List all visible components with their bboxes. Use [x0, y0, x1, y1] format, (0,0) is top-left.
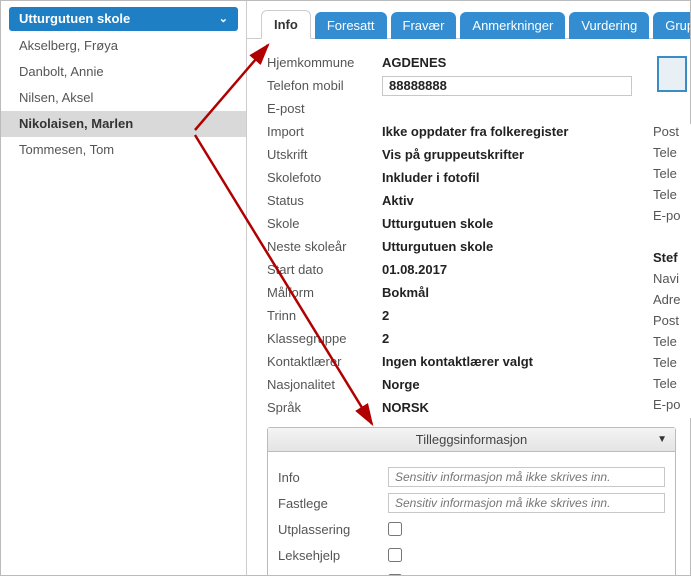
label-utskrift: Utskrift	[267, 147, 382, 162]
student-item[interactable]: Tommesen, Tom	[1, 137, 246, 163]
input-telefon-mobil[interactable]	[382, 76, 632, 96]
right-cutoff-label	[649, 229, 691, 250]
label-skole: Skole	[267, 216, 382, 231]
caret-down-icon: ▼	[657, 434, 667, 445]
tab-foresatt[interactable]: Foresatt	[315, 12, 387, 39]
tab-bar: InfoForesattFraværAnmerkningerVurderingG…	[247, 1, 690, 39]
right-cutoff-label: Tele	[649, 145, 691, 166]
label-acc-skoleskyss: Rett til skoleskyss	[278, 574, 388, 576]
accordion-title: Tilleggsinformasjon	[416, 432, 528, 447]
right-cutoff-label: Tele	[649, 355, 691, 376]
label-neste-skolear: Neste skoleår	[267, 239, 382, 254]
value-skole: Utturgutuen skole	[382, 216, 493, 231]
value-trinn: 2	[382, 308, 389, 323]
student-item[interactable]: Nikolaisen, Marlen	[1, 111, 246, 137]
label-sprak: Språk	[267, 400, 382, 415]
label-telefon-mobil: Telefon mobil	[267, 78, 382, 93]
right-cutoff-label: E-po	[649, 208, 691, 229]
value-start-dato: 01.08.2017	[382, 262, 447, 277]
right-cutoff-label: Tele	[649, 187, 691, 208]
right-cutoff-label: E-po	[649, 397, 691, 418]
school-name: Utturgutuen skole	[19, 7, 130, 31]
school-selector[interactable]: Utturgutuen skole ⌄	[9, 7, 238, 31]
sidebar: Utturgutuen skole ⌄ Akselberg, FrøyaDanb…	[1, 1, 247, 575]
label-start-dato: Start dato	[267, 262, 382, 277]
right-cutoff-label: Adre	[649, 292, 691, 313]
label-acc-info: Info	[278, 470, 388, 485]
right-cutoff-label: Tele	[649, 334, 691, 355]
label-import: Import	[267, 124, 382, 139]
value-malform: Bokmål	[382, 285, 429, 300]
label-hjemkommune: Hjemkommune	[267, 55, 382, 70]
chevron-down-icon: ⌄	[219, 7, 228, 31]
label-malform: Målform	[267, 285, 382, 300]
student-item[interactable]: Akselberg, Frøya	[1, 33, 246, 59]
accordion-tillegg: Tilleggsinformasjon ▼ Info Fastlege Utpl…	[267, 427, 676, 575]
value-klassegruppe: 2	[382, 331, 389, 346]
label-trinn: Trinn	[267, 308, 382, 323]
tab-fravær[interactable]: Fravær	[391, 12, 457, 39]
label-nasjonalitet: Nasjonalitet	[267, 377, 382, 392]
main-panel: InfoForesattFraværAnmerkningerVurderingG…	[247, 1, 690, 575]
student-item[interactable]: Nilsen, Aksel	[1, 85, 246, 111]
label-kontaktlaerer: Kontaktlærer	[267, 354, 382, 369]
right-cutoff-label: Post	[649, 124, 691, 145]
right-edge-labels: PostTeleTeleTeleE-poStefNaviAdrePostTele…	[649, 124, 691, 418]
right-cutoff-label: Tele	[649, 166, 691, 187]
student-list: Akselberg, FrøyaDanbolt, AnnieNilsen, Ak…	[1, 33, 246, 163]
label-acc-fastlege: Fastlege	[278, 496, 388, 511]
label-status: Status	[267, 193, 382, 208]
input-acc-info[interactable]	[388, 467, 665, 487]
value-sprak: NORSK	[382, 400, 429, 415]
checkbox-utplassering[interactable]	[388, 522, 402, 536]
value-nasjonalitet: Norge	[382, 377, 420, 392]
student-item[interactable]: Danbolt, Annie	[1, 59, 246, 85]
value-kontaktlaerer: Ingen kontaktlærer valgt	[382, 354, 533, 369]
accordion-header[interactable]: Tilleggsinformasjon ▼	[268, 428, 675, 452]
right-cutoff-label: Post	[649, 313, 691, 334]
tab-vurdering[interactable]: Vurdering	[569, 12, 649, 39]
input-acc-fastlege[interactable]	[388, 493, 665, 513]
label-skolefoto: Skolefoto	[267, 170, 382, 185]
label-epost: E-post	[267, 101, 382, 116]
value-status: Aktiv	[382, 193, 414, 208]
value-skolefoto: Inkluder i fotofil	[382, 170, 480, 185]
value-import: Ikke oppdater fra folkeregister	[382, 124, 568, 139]
student-photo	[657, 56, 687, 92]
right-cutoff-label: Stef	[649, 250, 691, 271]
value-neste-skolear: Utturgutuen skole	[382, 239, 493, 254]
right-cutoff-label: Tele	[649, 376, 691, 397]
value-hjemkommune: AGDENES	[382, 55, 446, 70]
label-acc-utplassering: Utplassering	[278, 522, 388, 537]
label-klassegruppe: Klassegruppe	[267, 331, 382, 346]
checkbox-leksehjelp[interactable]	[388, 548, 402, 562]
tab-anmerkninger[interactable]: Anmerkninger	[460, 12, 565, 39]
right-cutoff-label: Navi	[649, 271, 691, 292]
checkbox-skoleskyss[interactable]	[388, 574, 402, 575]
value-utskrift: Vis på gruppeutskrifter	[382, 147, 524, 162]
label-acc-leksehjelp: Leksehjelp	[278, 548, 388, 563]
tab-info[interactable]: Info	[261, 10, 311, 39]
tab-content-info: Hjemkommune AGDENES Telefon mobil E-post…	[247, 39, 690, 575]
tab-grupper[interactable]: Grupper	[653, 12, 690, 39]
